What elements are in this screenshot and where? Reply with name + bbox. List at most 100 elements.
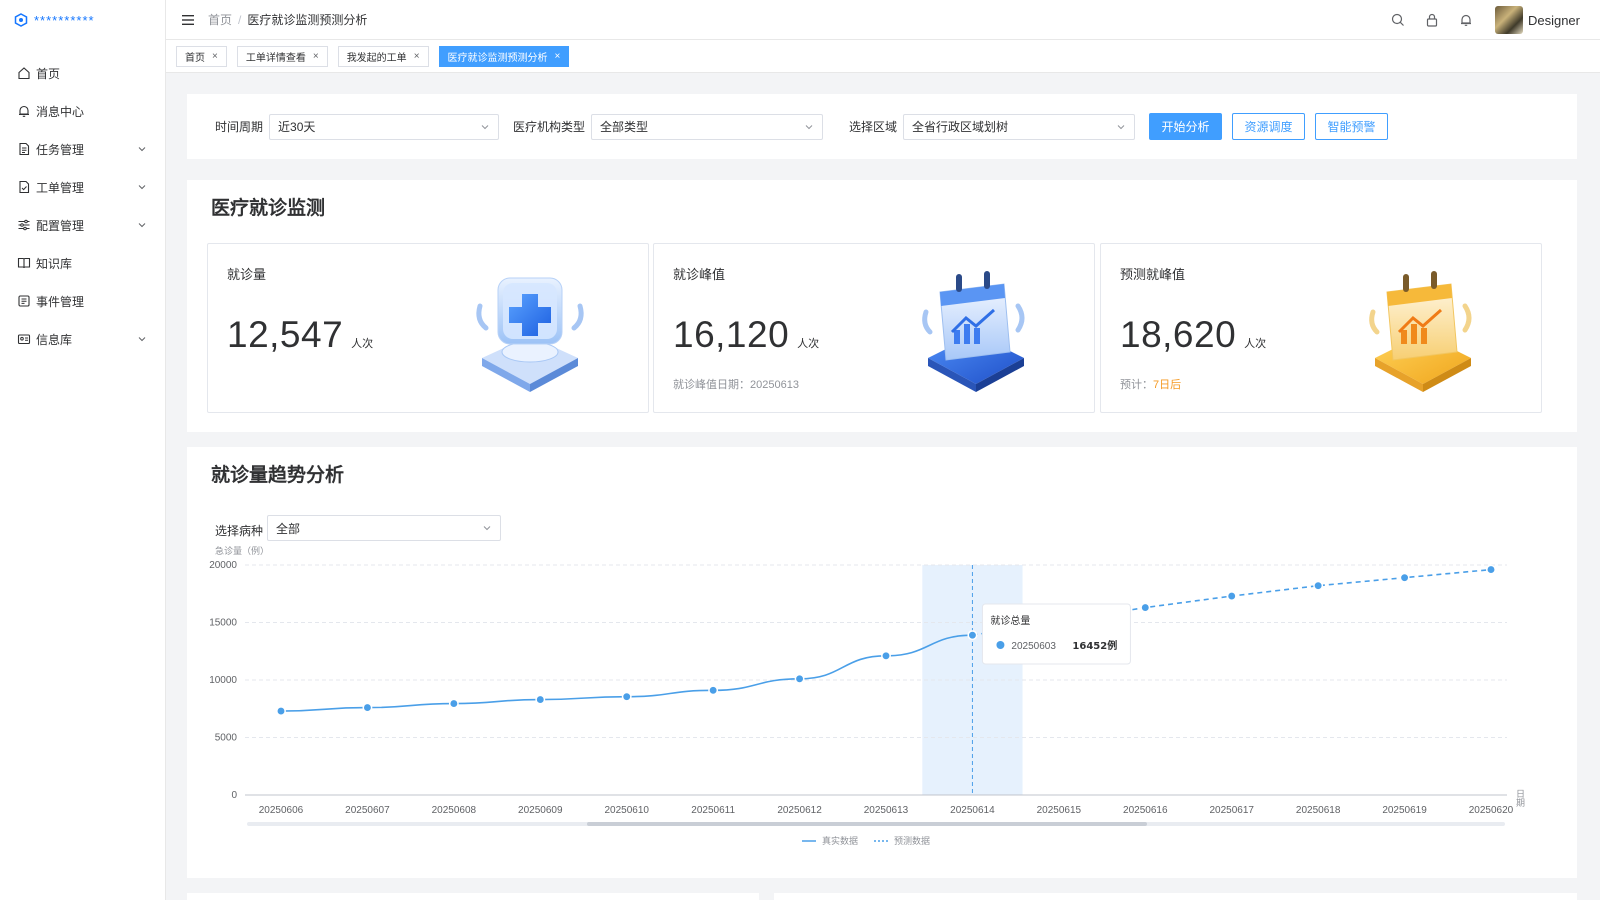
tab-item[interactable]: 我发起的工单 ×	[337, 45, 429, 67]
sidebar-item-label: 任务管理	[36, 142, 85, 157]
resource-dispatch-button[interactable]: 资源调度	[1232, 113, 1306, 140]
monitor-title: 医疗就诊监测	[211, 198, 326, 219]
stat-card-visits: 就诊量 12,547 人次	[207, 243, 649, 413]
chart-tooltip: 就诊总量 20250603 16452例	[981, 603, 1131, 665]
period-select[interactable]: 近30天	[269, 113, 500, 140]
book-icon	[17, 257, 31, 269]
tooltip-date: 20250603	[1011, 641, 1056, 652]
close-icon[interactable]: ×	[313, 51, 319, 62]
data-point	[1140, 602, 1151, 613]
smart-warning-button[interactable]: 智能预警	[1315, 113, 1389, 140]
x-tick-label: 20250612	[777, 805, 822, 816]
sidebar-item[interactable]: 工单管理	[0, 168, 165, 206]
trend-chart: 0 5000 10000 15000 20000 急诊量（例） 20250606 202506…	[209, 545, 1525, 847]
breadcrumb-home[interactable]: 首页	[208, 11, 232, 28]
filter-bar: 时间周期 近30天 医疗机构类型 全部类型 选择区域 全省行政区域划树 开始分析…	[187, 94, 1577, 159]
search-icon[interactable]	[1391, 13, 1405, 27]
sidebar-item[interactable]: 消息中心	[0, 92, 165, 130]
header-actions: Designer	[1371, 0, 1580, 40]
sidebar-item[interactable]: 首页	[0, 54, 165, 92]
y-tick-label: 10000	[209, 675, 237, 686]
y-tick-label: 0	[231, 790, 237, 801]
tab-item[interactable]: 首页 ×	[176, 45, 227, 67]
stat-card-forecast: 预测就峰值 18,620 人次 预计：7日后	[1100, 243, 1542, 413]
sidebar-menu: 首页消息中心任务管理工单管理配置管理知识库事件管理信息库	[0, 54, 165, 358]
sidebar-item-label: 工单管理	[36, 180, 85, 195]
avatar[interactable]	[1494, 6, 1523, 34]
logo-text: **********	[34, 12, 95, 28]
bottom-card-right	[774, 893, 1577, 900]
legend-label: 真实数据	[822, 835, 858, 847]
data-point	[708, 685, 719, 696]
legend: 真实数据 预测数据	[802, 835, 930, 847]
org-type-select[interactable]: 全部类型	[591, 113, 824, 140]
close-icon[interactable]: ×	[212, 51, 218, 62]
sidebar-item-label: 配置管理	[36, 218, 85, 233]
idcard-icon	[17, 334, 31, 345]
x-tick-label: 20250615	[1037, 805, 1082, 816]
chevron-down-icon	[1117, 124, 1125, 129]
notification-bell-icon[interactable]	[1459, 13, 1473, 27]
data-point	[535, 694, 546, 705]
top-header: 首页 / 医疗就诊监测预测分析 Designer	[166, 0, 1600, 40]
tab-item[interactable]: 工单详情查看 ×	[236, 45, 328, 67]
chevron-down-icon	[138, 185, 146, 190]
page-tabs: 首页 × 工单详情查看 × 我发起的工单 × 医疗就诊监测预测分析 ×	[166, 40, 1600, 73]
data-point	[362, 702, 373, 713]
menu-toggle-icon[interactable]	[181, 14, 195, 26]
close-icon[interactable]: ×	[555, 51, 561, 62]
start-analysis-button[interactable]: 开始分析	[1149, 113, 1223, 140]
legend-label: 预测数据	[894, 835, 930, 847]
bell-icon	[19, 105, 29, 117]
sidebar-item-label: 信息库	[36, 332, 73, 347]
data-point	[881, 650, 891, 661]
sidebar-item[interactable]: 知识库	[0, 244, 165, 282]
tab-label: 工单详情查看	[245, 52, 306, 64]
forecast-calendar-icon	[1369, 271, 1472, 392]
breadcrumb-separator: /	[238, 12, 242, 27]
tab-label: 首页	[185, 52, 205, 64]
data-point	[1399, 572, 1410, 583]
x-tick-label: 20250609	[518, 805, 563, 816]
breadcrumb-current: 医疗就诊监测预测分析	[247, 13, 368, 27]
zoom-handle	[587, 822, 1147, 826]
medical-cross-icon	[476, 277, 584, 392]
calendar-chart-icon	[922, 271, 1025, 392]
sidebar-item[interactable]: 信息库	[0, 320, 165, 358]
y-axis-label: 急诊量（例）	[215, 545, 269, 557]
region-value: 全省行政区域划树	[912, 120, 1009, 134]
data-point	[1226, 591, 1237, 602]
stat-label: 就诊量	[227, 267, 267, 282]
sidebar-item[interactable]: 事件管理	[0, 282, 165, 320]
sidebar-item[interactable]: 任务管理	[0, 130, 165, 168]
tooltip-title: 就诊总量	[990, 614, 1030, 627]
x-tick-label: 20250606	[259, 805, 304, 816]
stat-value: 16,120 人次	[673, 314, 820, 355]
x-tick-label: 20250619	[1382, 805, 1427, 816]
region-label: 选择区域	[849, 120, 898, 134]
x-tick-label: 20250611	[691, 805, 735, 816]
sliders-icon	[18, 219, 30, 231]
close-icon[interactable]: ×	[414, 51, 420, 62]
x-tick-label: 20250608	[432, 805, 477, 816]
tooltip-value: 16452例	[1072, 639, 1117, 652]
user-name[interactable]: Designer	[1528, 13, 1580, 28]
x-axis-label: 日期	[1514, 789, 1525, 808]
x-tick-label: 20250614	[950, 805, 995, 816]
lock-icon[interactable]	[1425, 13, 1439, 27]
stat-label: 就诊峰值	[673, 267, 726, 282]
tab-item[interactable]: 医疗就诊监测预测分析 ×	[438, 45, 570, 67]
stat-value: 18,620 人次	[1120, 314, 1267, 355]
sidebar-item-label: 首页	[36, 66, 61, 81]
period-label: 时间周期	[215, 120, 264, 134]
org-type-label: 医疗机构类型	[513, 120, 586, 134]
y-tick-label: 15000	[209, 618, 237, 629]
workorder-icon	[19, 180, 30, 194]
stat-subtext: 预计：7日后	[1120, 379, 1182, 391]
app-logo[interactable]: **********	[0, 0, 165, 40]
monitor-section: 医疗就诊监测 就诊量 12,547 人次 就诊峰值 16,120 人次 就诊峰值日期…	[187, 180, 1577, 432]
tooltip-marker	[996, 641, 1005, 649]
sidebar-item-label: 知识库	[36, 256, 73, 271]
sidebar-item[interactable]: 配置管理	[0, 206, 165, 244]
region-select[interactable]: 全省行政区域划树	[903, 113, 1136, 140]
